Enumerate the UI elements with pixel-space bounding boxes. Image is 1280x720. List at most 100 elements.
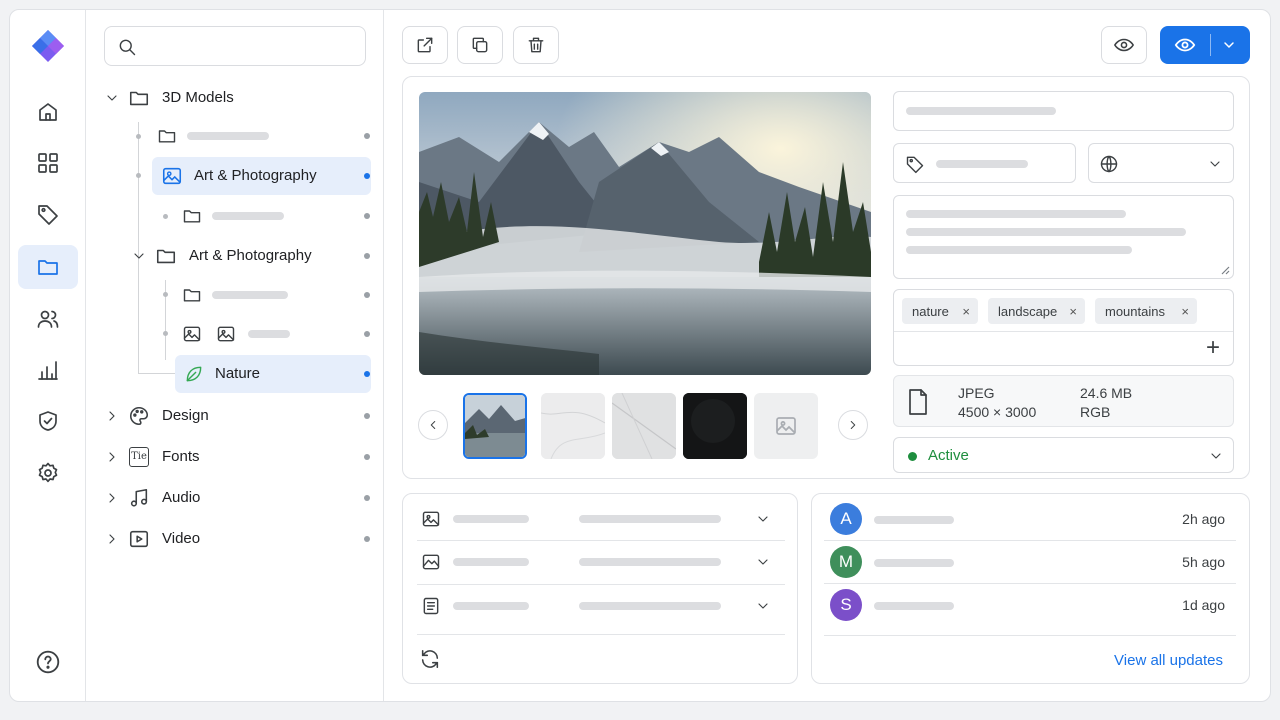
property-row[interactable]: [403, 585, 799, 627]
chevron-down-icon[interactable]: [104, 90, 120, 106]
tag-chip: nature ×: [902, 298, 978, 324]
users-icon[interactable]: [18, 297, 78, 341]
image-icon: [162, 167, 182, 185]
tag-icon[interactable]: [18, 192, 78, 236]
tree-line: [138, 192, 139, 374]
chevron-right-icon[interactable]: [104, 408, 120, 424]
tree-line: [138, 122, 139, 192]
folder-icon: [183, 210, 201, 223]
tag-chip-label: nature: [912, 303, 949, 319]
document-icon: [423, 597, 439, 615]
duplicate-button[interactable]: [457, 26, 503, 64]
tree-item-label: Audio: [162, 489, 201, 506]
divider: [894, 331, 1233, 332]
divider: [824, 635, 1236, 636]
tree-item-art-photography[interactable]: Art & Photography: [131, 237, 366, 275]
placeholder-bar: [453, 515, 529, 523]
description-field[interactable]: [893, 195, 1234, 279]
help-icon[interactable]: [18, 640, 78, 684]
property-row[interactable]: [403, 498, 799, 540]
activity-item[interactable]: M 5h ago: [812, 542, 1251, 582]
placeholder-bar: [579, 602, 721, 610]
tree-item-design[interactable]: Design: [104, 397, 366, 435]
thumbnail-placeholder[interactable]: [754, 393, 818, 459]
chevron-down-icon: [758, 603, 768, 609]
thumbnail-marble-1[interactable]: [541, 393, 605, 459]
open-external-button[interactable]: [402, 26, 448, 64]
tree-item-video[interactable]: Video: [104, 520, 366, 558]
tree-item-art-photography-selected[interactable]: Art & Photography: [152, 157, 371, 195]
folder-icon[interactable]: [18, 245, 78, 289]
tree-item-label: Design: [162, 407, 209, 424]
tree-item-placeholder[interactable]: [182, 197, 366, 235]
search-field[interactable]: [145, 35, 355, 57]
placeholder-bar: [187, 132, 269, 140]
thumbnail-marble-2[interactable]: [612, 393, 676, 459]
shield-icon[interactable]: [18, 399, 78, 443]
file-color-mode: RGB: [1080, 404, 1111, 420]
app-window: 3D Models Art & Photography Art & Photog…: [9, 9, 1271, 702]
placeholder-bar: [579, 558, 721, 566]
file-info: JPEG 4500 × 3000 24.6 MB RGB: [893, 375, 1234, 427]
activity-time: 5h ago: [1182, 554, 1225, 570]
tree-item-3d-models[interactable]: 3D Models: [104, 79, 366, 117]
image-icon: [422, 554, 440, 570]
resize-handle-icon[interactable]: [1220, 265, 1230, 275]
next-button[interactable]: [838, 410, 868, 440]
remove-tag-icon[interactable]: ×: [1069, 304, 1077, 319]
tree-item-placeholder[interactable]: [182, 315, 366, 353]
tree-node: [136, 173, 141, 178]
asset-preview-image[interactable]: [419, 92, 871, 375]
placeholder-bar: [212, 291, 288, 299]
chevron-right-icon[interactable]: [104, 449, 120, 465]
tree-item-placeholder[interactable]: [157, 117, 366, 155]
divider: [824, 583, 1236, 584]
add-tag-icon[interactable]: +: [1206, 334, 1220, 362]
tag-field[interactable]: [893, 143, 1076, 183]
property-row[interactable]: [403, 541, 799, 583]
tree-item-fonts[interactable]: Tie Fonts: [104, 438, 366, 476]
analytics-icon[interactable]: [18, 348, 78, 392]
preview-button[interactable]: [1101, 26, 1147, 64]
search-input[interactable]: [104, 26, 366, 66]
home-icon[interactable]: [18, 90, 78, 134]
font-icon: Tie: [129, 447, 149, 467]
visibility-select[interactable]: [1088, 143, 1234, 183]
grid-icon[interactable]: [18, 141, 78, 185]
tree-item-label: Nature: [215, 365, 261, 382]
activity-item[interactable]: A 2h ago: [812, 499, 1251, 539]
publish-button[interactable]: [1160, 26, 1250, 64]
tag-chip-label: landscape: [998, 303, 1058, 319]
chevron-down-icon: [1210, 161, 1220, 167]
status-select[interactable]: Active: [893, 437, 1234, 473]
remove-tag-icon[interactable]: ×: [962, 304, 970, 319]
tag-icon: [906, 156, 924, 174]
tree-item-label: Art & Photography: [189, 247, 312, 264]
tags-editor[interactable]: nature × landscape × mountains × +: [893, 289, 1234, 366]
nav-rail: [10, 10, 86, 701]
activity-item[interactable]: S 1d ago: [812, 585, 1251, 625]
tree-item-label: Video: [162, 530, 201, 547]
title-field[interactable]: [893, 91, 1234, 131]
avatar: A: [830, 503, 862, 535]
delete-button[interactable]: [513, 26, 559, 64]
tree-item-placeholder[interactable]: [182, 276, 366, 314]
thumbnail-dark-texture[interactable]: [683, 393, 747, 459]
chevron-right-icon[interactable]: [104, 490, 120, 506]
chevron-right-icon[interactable]: [104, 531, 120, 547]
status-dot: [908, 452, 917, 461]
placeholder-bar: [906, 107, 1056, 115]
remove-tag-icon[interactable]: ×: [1181, 304, 1189, 319]
chevron-down-icon[interactable]: [131, 248, 147, 264]
prev-button[interactable]: [418, 410, 448, 440]
tree-item-nature[interactable]: Nature: [175, 355, 371, 393]
view-all-updates-link[interactable]: View all updates: [1114, 652, 1223, 669]
tree-item-audio[interactable]: Audio: [104, 479, 366, 517]
placeholder-bar: [212, 212, 284, 220]
thumbnail-mountain-lake[interactable]: [463, 393, 527, 459]
status-dot: [364, 495, 370, 501]
status-label: Active: [928, 447, 969, 464]
refresh-icon[interactable]: [419, 648, 441, 670]
chevron-down-icon[interactable]: [1221, 37, 1237, 53]
settings-icon[interactable]: [18, 451, 78, 495]
